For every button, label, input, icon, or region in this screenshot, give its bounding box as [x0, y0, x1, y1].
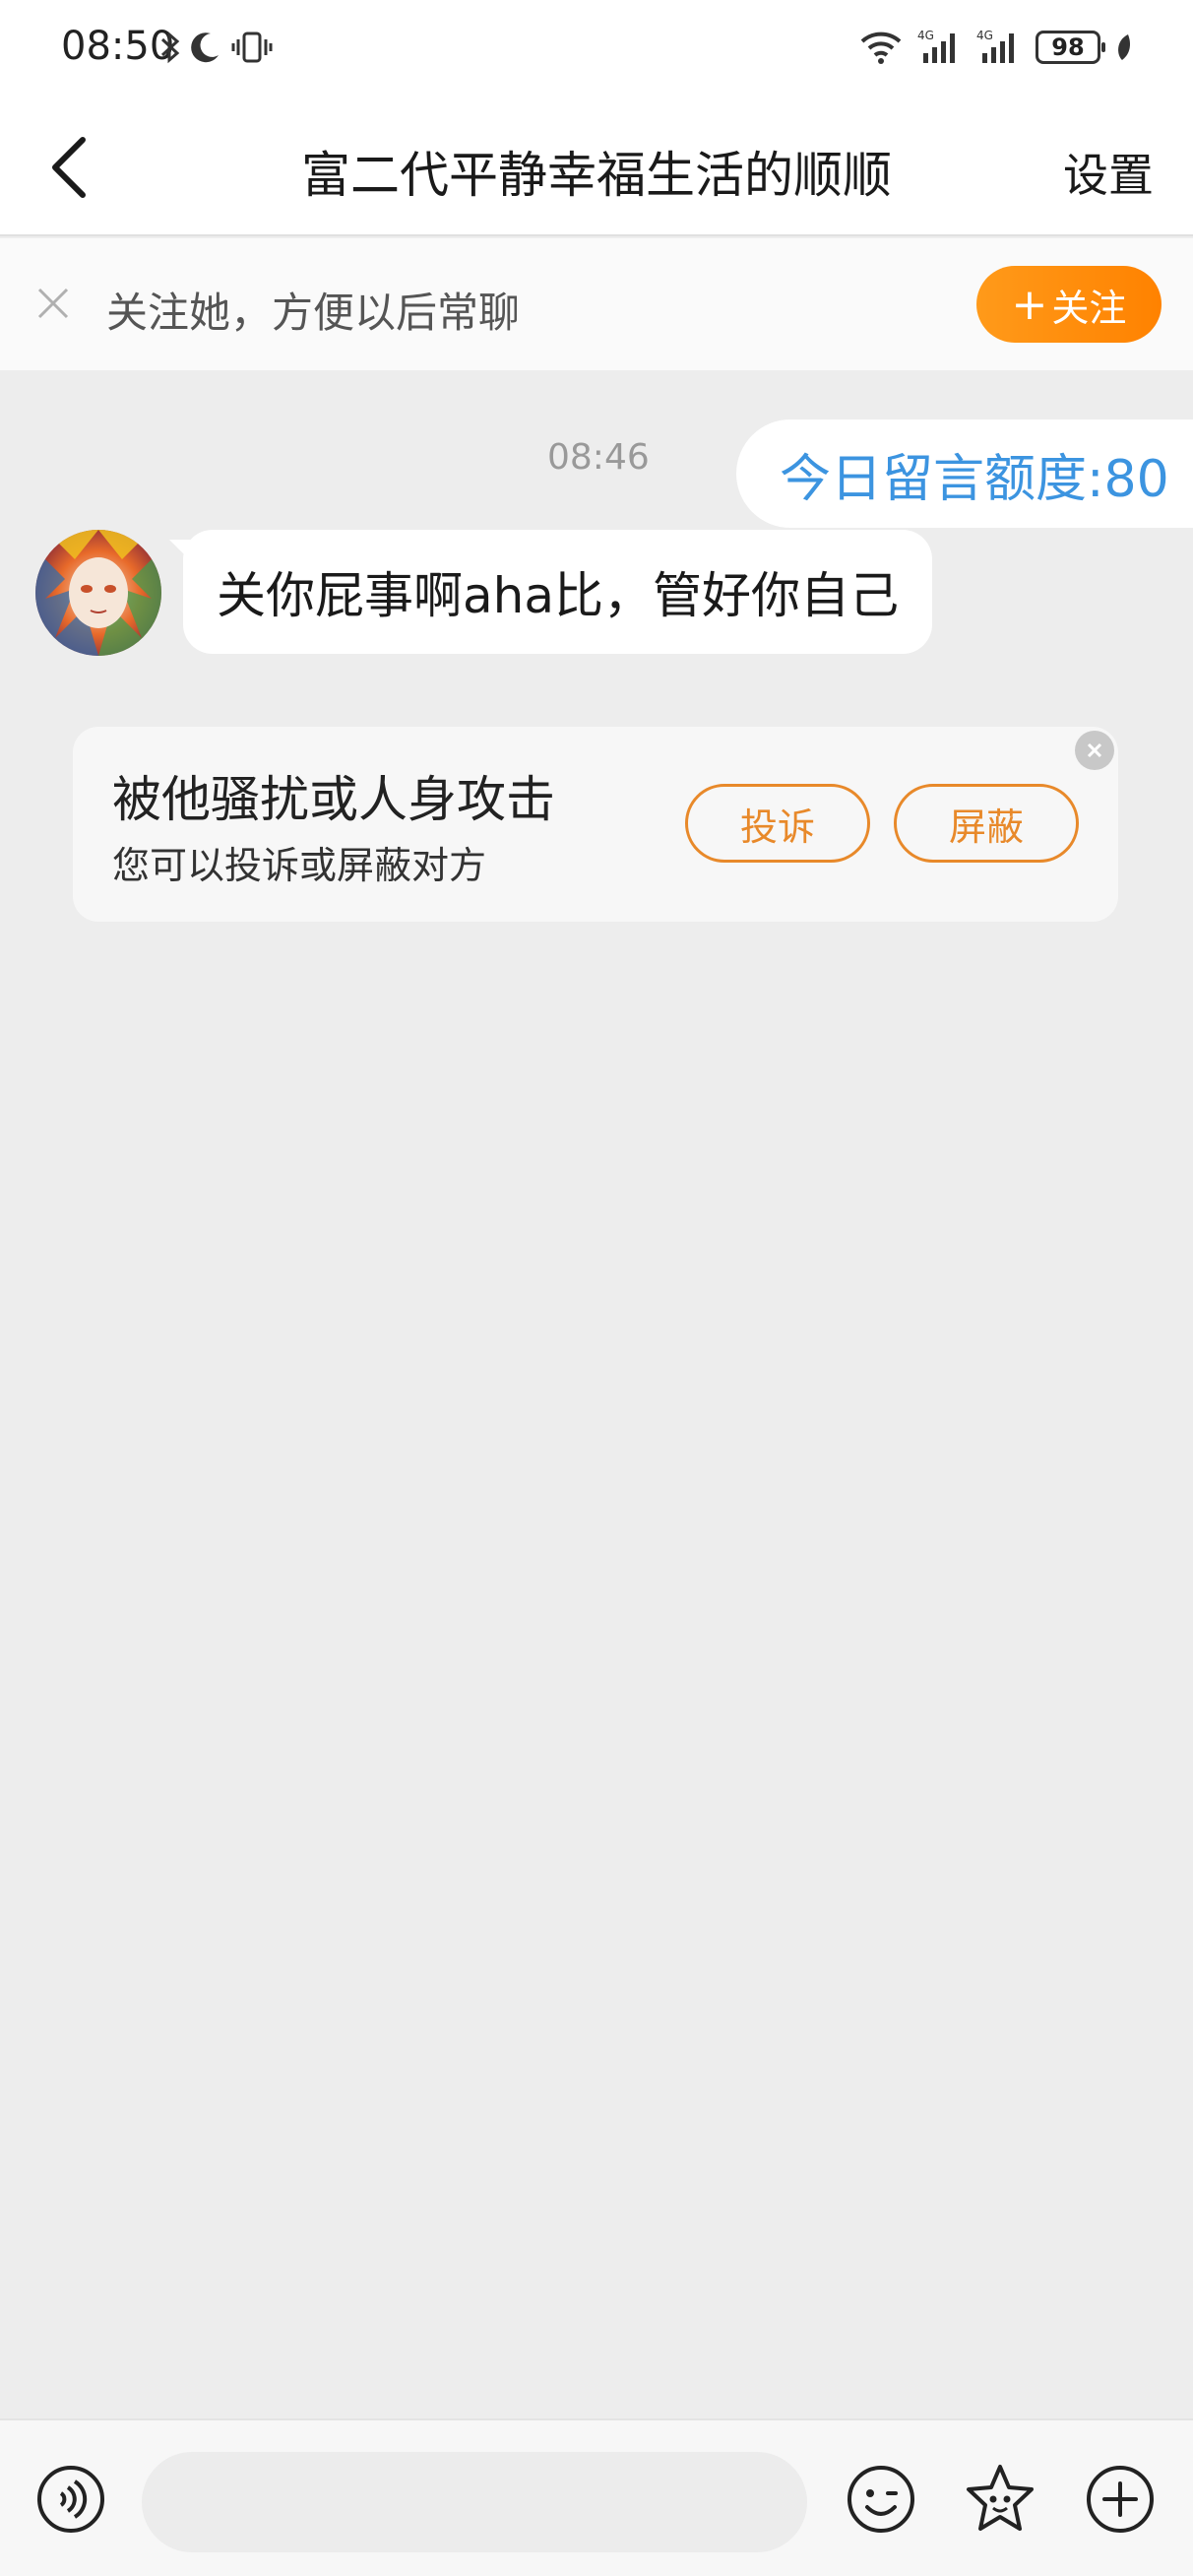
voice-icon [37, 2466, 104, 2533]
emoji-icon [848, 2466, 914, 2533]
message-input[interactable] [142, 2452, 807, 2552]
block-button[interactable]: 屏蔽 [894, 784, 1079, 863]
banner-close-button[interactable] [28, 278, 79, 329]
status-icons-right: 4G 4G 98 [858, 26, 1132, 69]
settings-button[interactable]: 设置 [1063, 140, 1154, 205]
nav-bar: 富二代平静幸福生活的顺顺 设置 [0, 98, 1193, 236]
quota-bubble: 今日留言额度:80 [736, 419, 1193, 528]
signal-4g-icon: 4G [917, 29, 955, 63]
chevron-left-icon [52, 137, 86, 198]
back-button[interactable] [30, 128, 108, 207]
follow-button[interactable]: + 关注 [976, 266, 1162, 343]
status-bar: 08:50 4G 4G 98 [0, 0, 1193, 98]
input-bar [0, 2418, 1193, 2576]
message-bubble[interactable]: 关你屁事啊aha比，管好你自己 [183, 530, 932, 654]
sticker-button[interactable] [961, 2460, 1039, 2539]
follow-banner: 关注她，方便以后常聊 + 关注 [0, 238, 1193, 370]
harassment-report-card: 被他骚扰或人身攻击 您可以投诉或屏蔽对方 投诉 屏蔽 [73, 727, 1118, 922]
close-icon [37, 288, 69, 319]
svg-text:4G: 4G [976, 29, 993, 42]
report-card-subtitle: 您可以投诉或屏蔽对方 [112, 844, 487, 887]
message-timestamp: 08:46 [547, 437, 650, 478]
sticker-icon [967, 2465, 1034, 2531]
leaf-icon [1118, 34, 1130, 60]
wifi-icon [860, 32, 902, 64]
more-button[interactable] [1081, 2460, 1160, 2539]
svg-text:4G: 4G [917, 29, 934, 42]
plus-icon [1087, 2466, 1154, 2533]
close-icon [1087, 742, 1102, 758]
complain-button[interactable]: 投诉 [685, 784, 870, 863]
status-time: 08:50 [61, 24, 175, 69]
vibrate-icon [231, 32, 273, 63]
plus-icon: + [1011, 279, 1048, 330]
moon-icon [191, 32, 219, 63]
quota-text: 今日留言额度:80 [780, 449, 1169, 509]
status-icons-left [159, 26, 274, 69]
report-card-title: 被他骚扰或人身攻击 [112, 771, 555, 828]
follow-button-label: 关注 [1051, 286, 1127, 330]
battery-level: 98 [1051, 33, 1085, 61]
follow-banner-text: 关注她，方便以后常聊 [106, 289, 521, 337]
voice-button[interactable] [31, 2460, 110, 2539]
chat-screen: 08:50 4G 4G 98 富二代平静幸福生活的顺顺 设置 关注她，方便以后常… [0, 0, 1193, 2576]
battery-icon: 98 [1036, 31, 1105, 64]
avatar[interactable] [35, 530, 161, 656]
page-title: 富二代平静幸福生活的顺顺 [301, 147, 892, 204]
emoji-button[interactable] [842, 2460, 920, 2539]
card-close-button[interactable] [1075, 731, 1114, 770]
avatar-image [35, 530, 161, 656]
signal-4g-icon: 4G [976, 29, 1014, 63]
bluetooth-icon [160, 31, 180, 64]
message-text: 关你屁事啊aha比，管好你自己 [217, 567, 899, 624]
